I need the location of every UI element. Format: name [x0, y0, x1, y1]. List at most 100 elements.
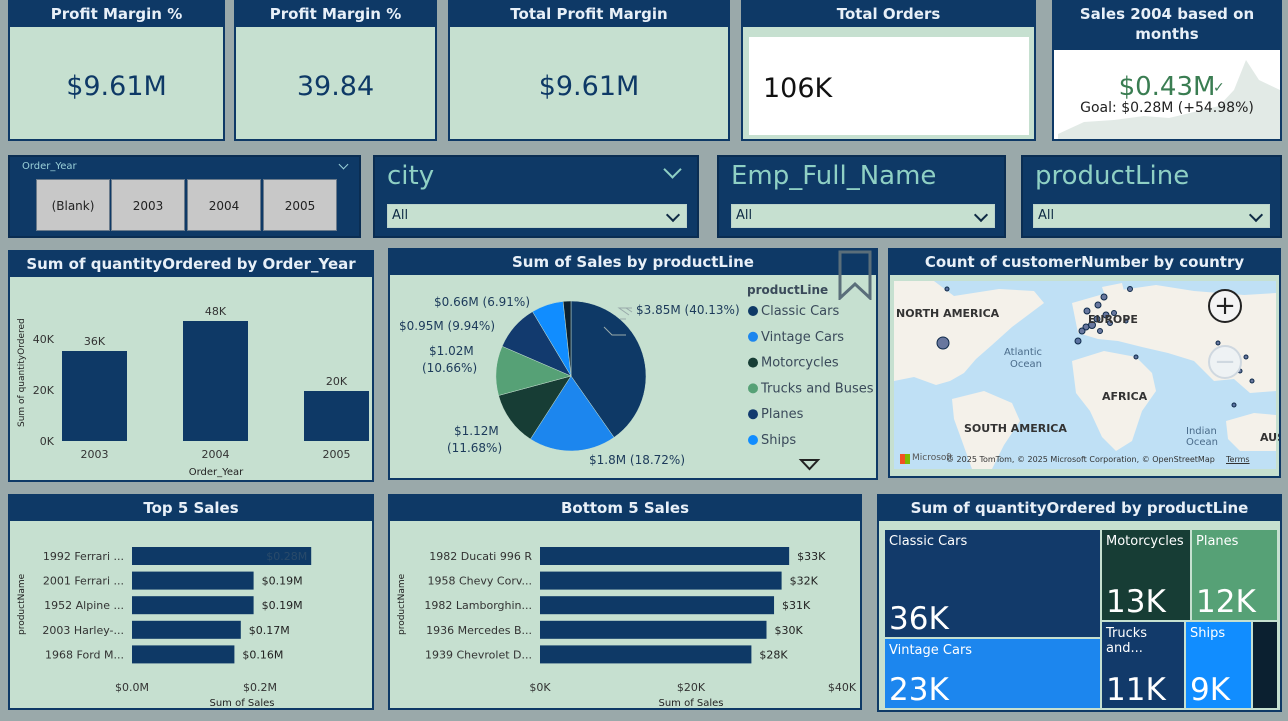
customer-map-chart: Count of customerNumber by country NORTH… [888, 248, 1281, 478]
treemap-value: 23K [889, 672, 949, 708]
treemap-label: Planes [1196, 534, 1239, 549]
bar [62, 351, 127, 441]
chevron-down-icon[interactable] [663, 160, 682, 179]
dropdown-value: All [736, 208, 753, 223]
top5-sales-chart: Top 5 Sales productName $0.0M $0.2M Sum … [8, 494, 374, 710]
treemap-cell-trains[interactable] [1252, 621, 1278, 709]
treemap-cell-motorcycles[interactable]: Motorcycles 13K [1101, 529, 1191, 621]
map-attribution: © 2025 TomTom, © 2025 Microsoft Corporat… [946, 455, 1215, 464]
data-label: 48K [205, 305, 227, 318]
legend-item: Motorcycles [761, 356, 839, 371]
data-label: $0.28M [266, 550, 307, 563]
y-tick-label: 20K [33, 384, 55, 397]
leader-line [625, 307, 633, 313]
kpi-value: $9.61M [538, 71, 640, 102]
legend-item: Trucks and Buses [760, 381, 874, 396]
checkmark-icon: ✓ [1213, 80, 1225, 96]
data-label: $0.17M [249, 624, 290, 637]
pie-label: (11.68%) [447, 441, 502, 455]
treemap-label: Classic Cars [889, 534, 968, 549]
kpi-title: Profit Margin % [236, 2, 435, 27]
map-label: EUROPE [1088, 313, 1138, 326]
data-label: $0.19M [262, 575, 303, 588]
kpi-card-total-orders: Total Orders 106K [741, 0, 1036, 141]
kpi-value: 106K [763, 73, 833, 104]
kpi-title: Total Profit Margin [450, 2, 728, 27]
map-canvas[interactable]: NORTH AMERICA EUROPE Atlantic Ocean AFRI… [894, 281, 1279, 469]
legend-item: Ships [761, 433, 796, 448]
kpi-card-profit-margin-1: Profit Margin % $9.61M [8, 0, 225, 141]
legend-marker [748, 306, 758, 316]
year-button-2003[interactable]: 2003 [111, 179, 185, 231]
data-label: $0.16M [242, 648, 283, 661]
bar [132, 571, 254, 590]
chart-title: Sum of quantityOrdered by productLine [879, 496, 1280, 521]
sales-by-productline-chart: Sum of Sales by productLine $0.66M (6.91… [388, 248, 878, 480]
map-label: SOUTH AMERICA [964, 422, 1067, 435]
bar [540, 620, 767, 639]
bottom5-sales-chart: Bottom 5 Sales productName $0K $20K $40K… [388, 494, 862, 710]
data-label: $0.19M [262, 599, 303, 612]
x-axis-title: Order_Year [189, 467, 244, 478]
legend-title: productLine [747, 283, 828, 297]
chevron-down-icon [973, 207, 989, 223]
y-axis-title: productName [397, 573, 407, 635]
treemap-cell-planes[interactable]: Planes 12K [1191, 529, 1278, 621]
scroll-down-icon[interactable] [798, 459, 821, 471]
chart-title: Top 5 Sales [10, 496, 372, 521]
map-label: AUS [1260, 431, 1279, 444]
year-button-2005[interactable]: 2005 [263, 179, 337, 231]
map-label: AFRICA [1102, 390, 1148, 403]
data-label: $33K [797, 550, 826, 563]
zoom-out-button[interactable]: − [1208, 345, 1242, 379]
kpi-title: Total Orders [743, 2, 1034, 27]
chart-title: Sum of Sales by productLine [390, 250, 876, 275]
year-button-2004[interactable]: 2004 [187, 179, 261, 231]
legend-marker [748, 357, 758, 368]
pie-label: $3.85M (40.13%) [636, 303, 740, 317]
treemap-chart: Sum of quantityOrdered by productLine Cl… [877, 494, 1282, 712]
y-tick-label: 1968 Ford M... [45, 648, 124, 661]
pie-label: $1.02M [429, 344, 474, 358]
pie-plot: $0.66M (6.91%) $0.95M (9.94%) $1.02M (10… [399, 283, 874, 471]
treemap-cell-trucks[interactable]: Trucks and... 11K [1101, 621, 1185, 709]
city-dropdown[interactable]: All [387, 204, 687, 228]
x-tick-label: $40K [828, 681, 857, 694]
y-axis-title: Sum of quantityOrdered [17, 318, 27, 427]
kpi-title: Profit Margin % [10, 2, 223, 27]
x-tick-label: $0K [529, 681, 551, 694]
y-tick-label: 2001 Ferrari ... [43, 575, 124, 588]
data-label: $32K [790, 575, 819, 588]
employee-dropdown[interactable]: All [731, 204, 995, 228]
map-terms-link[interactable]: Terms [1226, 455, 1250, 464]
city-slicer: city All [373, 155, 699, 238]
bar [132, 596, 254, 615]
order-year-slicer: Order_Year (Blank) 2003 2004 2005 [8, 155, 361, 238]
map-label: NORTH AMERICA [896, 307, 1000, 320]
treemap-cell-vintage-cars[interactable]: Vintage Cars 23K [884, 638, 1101, 709]
pie-label: $0.66M (6.91%) [434, 295, 530, 309]
data-label: 20K [326, 375, 348, 388]
y-tick-label: 1982 Ducati 996 R [429, 550, 532, 563]
chevron-down-icon [1248, 207, 1264, 223]
treemap-label: Trucks and... [1106, 626, 1148, 656]
x-tick-label: 2003 [81, 448, 109, 461]
map-label: Ocean [1010, 359, 1042, 370]
treemap-cell-ships[interactable]: Ships 9K [1185, 621, 1252, 709]
employee-slicer: Emp_Full_Name All [717, 155, 1006, 238]
zoom-in-button[interactable]: + [1208, 289, 1242, 323]
x-tick-label: $0.0M [115, 681, 149, 694]
productline-dropdown[interactable]: All [1033, 204, 1270, 228]
legend-item: Vintage Cars [761, 330, 844, 345]
kpi-title: Sales 2004 based on months [1054, 2, 1280, 50]
map-label: Atlantic [1004, 347, 1043, 358]
y-tick-label: 1958 Chevy Corv... [427, 575, 532, 588]
y-tick-label: 2003 Harley-... [42, 624, 124, 637]
bar [132, 620, 241, 639]
chevron-down-icon[interactable] [338, 159, 349, 170]
year-button-blank[interactable]: (Blank) [36, 179, 110, 231]
treemap-label: Ships [1190, 626, 1226, 641]
legend-item: Planes [761, 407, 804, 422]
slicer-title: Emp_Full_Name [731, 161, 937, 191]
treemap-cell-classic-cars[interactable]: Classic Cars 36K [884, 529, 1101, 638]
